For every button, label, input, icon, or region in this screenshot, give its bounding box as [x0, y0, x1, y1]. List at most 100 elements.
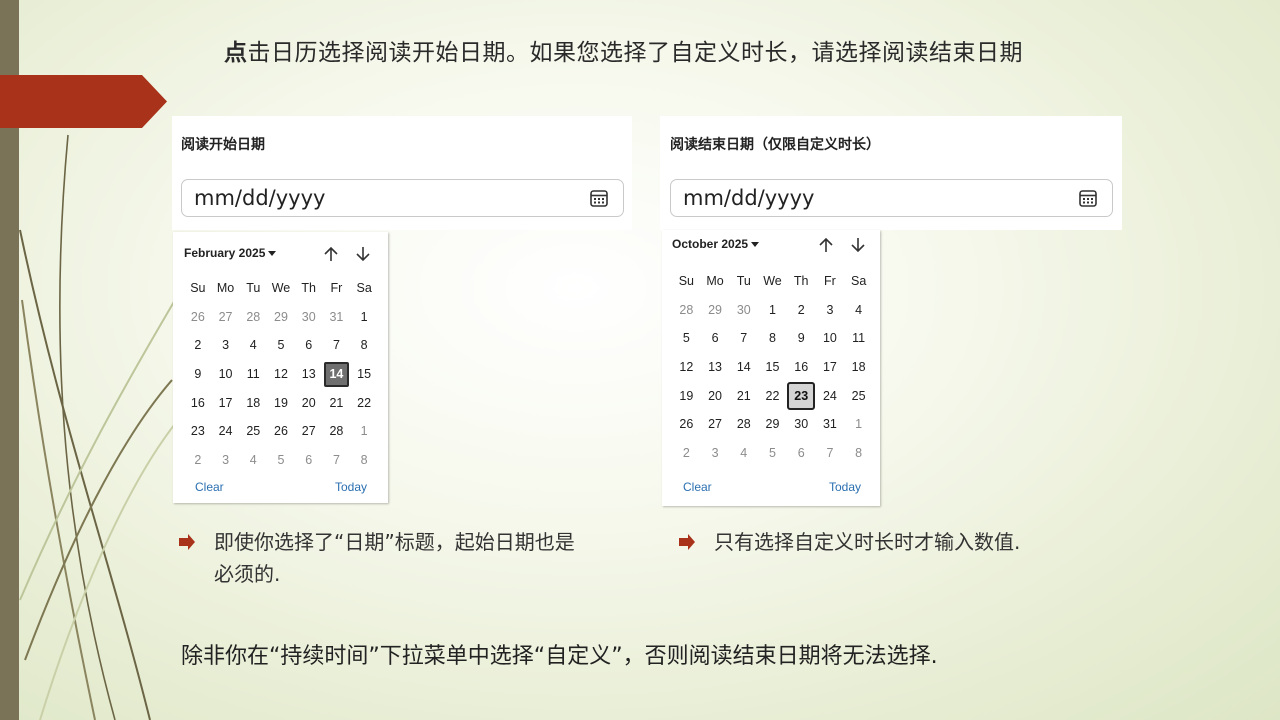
calendar-day[interactable]: 1	[844, 410, 873, 439]
calendar-day[interactable]: 3	[212, 446, 240, 475]
calendar-day[interactable]: 29	[267, 303, 295, 332]
calendar-day[interactable]: 22	[758, 381, 787, 410]
calendar-day[interactable]: 11	[844, 324, 873, 353]
arrow-up-icon[interactable]	[817, 236, 835, 254]
calendar-day[interactable]: 6	[295, 331, 323, 360]
calendar-day[interactable]: 26	[184, 303, 212, 332]
calendar-icon[interactable]	[1078, 188, 1098, 208]
calendar-day[interactable]: 19	[267, 388, 295, 417]
calendar-day[interactable]: 27	[212, 303, 240, 332]
calendar-day[interactable]: 29	[701, 296, 730, 325]
calendar-day[interactable]: 7	[323, 446, 351, 475]
calendar-day[interactable]: 8	[350, 446, 378, 475]
calendar-day[interactable]: 23	[184, 417, 212, 446]
end-calendar-month-select[interactable]: October 2025	[672, 237, 760, 251]
calendar-day[interactable]: 2	[184, 331, 212, 360]
calendar-day[interactable]: 9	[184, 360, 212, 389]
selected-day[interactable]: 23	[787, 381, 816, 410]
calendar-day[interactable]: 1	[350, 417, 378, 446]
arrow-down-icon[interactable]	[849, 236, 867, 254]
calendar-day[interactable]: 16	[787, 353, 816, 382]
calendar-day[interactable]: 21	[729, 381, 758, 410]
calendar-day[interactable]: 25	[239, 417, 267, 446]
calendar-day[interactable]: 5	[267, 331, 295, 360]
calendar-day[interactable]: 6	[787, 439, 816, 468]
calendar-day[interactable]: 13	[295, 360, 323, 389]
calendar-day[interactable]: 3	[212, 331, 240, 360]
calendar-day[interactable]: 18	[239, 388, 267, 417]
calendar-day[interactable]: 9	[787, 324, 816, 353]
today-button[interactable]: Today	[829, 480, 861, 494]
calendar-day[interactable]: 7	[729, 324, 758, 353]
calendar-day[interactable]: 28	[323, 417, 351, 446]
weekday-header: Su	[678, 274, 694, 289]
calendar-day[interactable]: 2	[672, 439, 701, 468]
calendar-day[interactable]: 17	[212, 388, 240, 417]
calendar-day[interactable]: 30	[295, 303, 323, 332]
calendar-day[interactable]: 4	[729, 439, 758, 468]
calendar-day[interactable]: 26	[267, 417, 295, 446]
start-calendar-month-select[interactable]: February 2025	[184, 246, 277, 260]
calendar-day[interactable]: 8	[844, 439, 873, 468]
start-date-input[interactable]: mm/dd/yyyy	[181, 179, 624, 217]
calendar-day[interactable]: 5	[267, 446, 295, 475]
calendar-day[interactable]: 1	[758, 296, 787, 325]
calendar-day[interactable]: 28	[672, 296, 701, 325]
arrow-down-icon[interactable]	[354, 245, 372, 263]
calendar-day[interactable]: 7	[816, 439, 845, 468]
calendar-day[interactable]: 4	[239, 331, 267, 360]
title-text: 击日历选择阅读开始日期。如果您选择了自定义时长，请选择阅读结束日期	[247, 40, 1023, 66]
calendar-day[interactable]: 2	[787, 296, 816, 325]
calendar-day[interactable]: 5	[758, 439, 787, 468]
calendar-day[interactable]: 27	[701, 410, 730, 439]
calendar-day[interactable]: 31	[323, 303, 351, 332]
calendar-icon[interactable]	[589, 188, 609, 208]
calendar-day[interactable]: 8	[758, 324, 787, 353]
calendar-day[interactable]: 6	[701, 324, 730, 353]
calendar-day[interactable]: 7	[323, 331, 351, 360]
calendar-day[interactable]: 13	[701, 353, 730, 382]
today-button[interactable]: Today	[335, 480, 367, 494]
calendar-day[interactable]: 15	[350, 360, 378, 389]
calendar-day[interactable]: 30	[787, 410, 816, 439]
calendar-day[interactable]: 20	[701, 381, 730, 410]
end-date-input[interactable]: mm/dd/yyyy	[670, 179, 1113, 217]
calendar-day[interactable]: 4	[844, 296, 873, 325]
calendar-day[interactable]: 3	[701, 439, 730, 468]
calendar-day[interactable]: 15	[758, 353, 787, 382]
calendar-day[interactable]: 28	[729, 410, 758, 439]
calendar-day[interactable]: 17	[816, 353, 845, 382]
calendar-day[interactable]: 24	[212, 417, 240, 446]
calendar-day[interactable]: 10	[212, 360, 240, 389]
calendar-day[interactable]: 24	[816, 381, 845, 410]
calendar-day[interactable]: 19	[672, 381, 701, 410]
calendar-day[interactable]: 14	[729, 353, 758, 382]
calendar-day[interactable]: 5	[672, 324, 701, 353]
calendar-day[interactable]: 25	[844, 381, 873, 410]
calendar-day[interactable]: 21	[323, 388, 351, 417]
clear-button[interactable]: Clear	[195, 480, 224, 494]
calendar-day[interactable]: 1	[350, 303, 378, 332]
calendar-day[interactable]: 31	[816, 410, 845, 439]
calendar-day[interactable]: 22	[350, 388, 378, 417]
calendar-day[interactable]: 30	[729, 296, 758, 325]
calendar-day[interactable]: 6	[295, 446, 323, 475]
calendar-day[interactable]: 11	[239, 360, 267, 389]
calendar-day[interactable]: 12	[672, 353, 701, 382]
calendar-day[interactable]: 4	[239, 446, 267, 475]
calendar-day[interactable]: 12	[267, 360, 295, 389]
calendar-day[interactable]: 3	[816, 296, 845, 325]
arrow-up-icon[interactable]	[322, 245, 340, 263]
calendar-day[interactable]: 26	[672, 410, 701, 439]
calendar-day[interactable]: 20	[295, 388, 323, 417]
calendar-day[interactable]: 16	[184, 388, 212, 417]
calendar-day[interactable]: 28	[239, 303, 267, 332]
calendar-day[interactable]: 8	[350, 331, 378, 360]
clear-button[interactable]: Clear	[683, 480, 712, 494]
calendar-day[interactable]: 2	[184, 446, 212, 475]
calendar-day[interactable]: 10	[816, 324, 845, 353]
selected-day[interactable]: 14	[323, 360, 351, 389]
calendar-day[interactable]: 29	[758, 410, 787, 439]
calendar-day[interactable]: 27	[295, 417, 323, 446]
calendar-day[interactable]: 18	[844, 353, 873, 382]
